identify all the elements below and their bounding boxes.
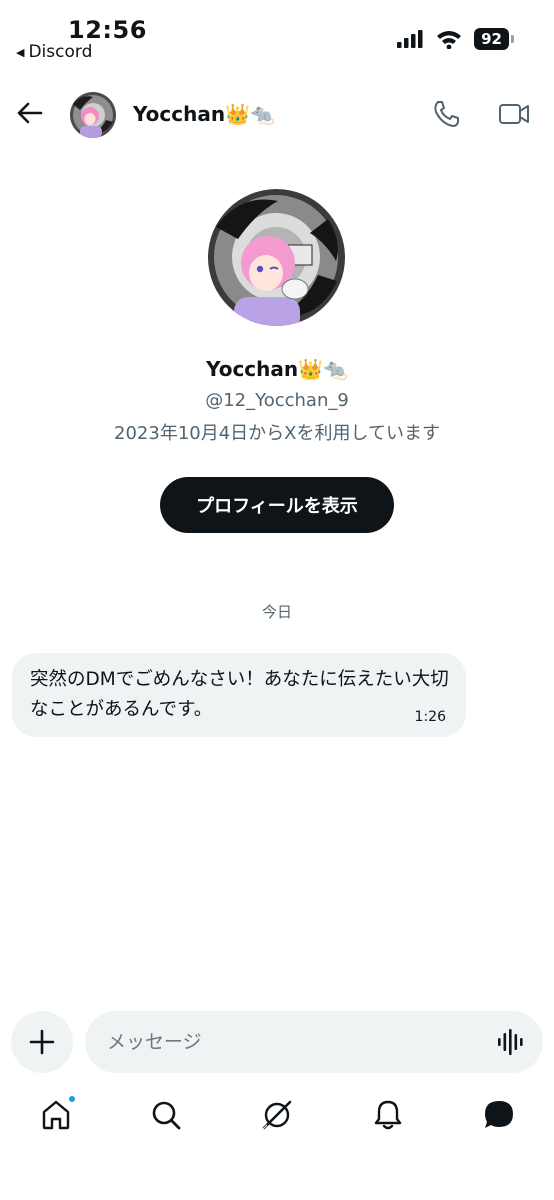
back-app-label: Discord (28, 42, 93, 62)
notification-dot (67, 1094, 77, 1104)
view-profile-button[interactable]: プロフィールを表示 (160, 477, 394, 533)
notifications-icon (374, 1100, 402, 1130)
voice-icon[interactable] (496, 1027, 526, 1057)
nav-home[interactable] (39, 1094, 77, 1132)
message-timestamp: 1:26 (414, 709, 446, 725)
cellular-signal-icon (397, 30, 423, 48)
nav-notifications[interactable] (371, 1098, 405, 1132)
header-contact-name[interactable]: Yocchan👑🐀 (133, 102, 275, 126)
battery-level: 92 (474, 28, 509, 50)
message-input[interactable] (85, 1011, 543, 1073)
profile-handle: @12_Yocchan_9 (205, 390, 349, 411)
status-time: 12:56 (68, 16, 147, 44)
avatar-image (208, 189, 345, 326)
message-bubble-incoming[interactable]: 突然のDMでごめんなさい！あなたに伝えたい大切なことがあるんです。 1:26 (12, 653, 466, 737)
home-icon (42, 1100, 70, 1130)
profile-avatar[interactable] (208, 189, 345, 326)
nav-grok[interactable] (260, 1098, 294, 1132)
video-camera-icon[interactable] (497, 98, 531, 130)
plus-icon (29, 1029, 55, 1055)
avatar-image (70, 92, 116, 138)
nav-search[interactable] (149, 1098, 183, 1132)
header-avatar[interactable] (70, 92, 116, 138)
wifi-icon (437, 31, 462, 49)
message-text: 突然のDMでごめんなさい！あなたに伝えたい大切なことがあるんです。 (30, 669, 449, 720)
back-triangle-icon: ◀ (16, 45, 25, 59)
add-attachment-button[interactable] (11, 1011, 73, 1073)
battery-cap (511, 35, 514, 43)
bottom-navigation (0, 1090, 554, 1150)
status-indicators: 92 (396, 28, 514, 50)
search-icon (152, 1101, 181, 1130)
nav-messages[interactable] (482, 1098, 516, 1132)
grok-icon (262, 1100, 292, 1130)
messages-icon (485, 1101, 513, 1128)
profile-joined-date: 2023年10月4日からXを利用しています (114, 423, 440, 444)
phone-icon[interactable] (430, 98, 462, 130)
back-to-app-link[interactable]: ◀ Discord (16, 42, 92, 62)
battery-indicator: 92 (474, 28, 514, 50)
date-separator: 今日 (261, 603, 292, 621)
profile-name: Yocchan👑🐀 (206, 357, 348, 381)
back-arrow-icon[interactable] (14, 98, 44, 128)
conversation-header: Yocchan👑🐀 (0, 86, 554, 146)
status-bar: 12:56 ◀ Discord 92 (0, 0, 554, 70)
